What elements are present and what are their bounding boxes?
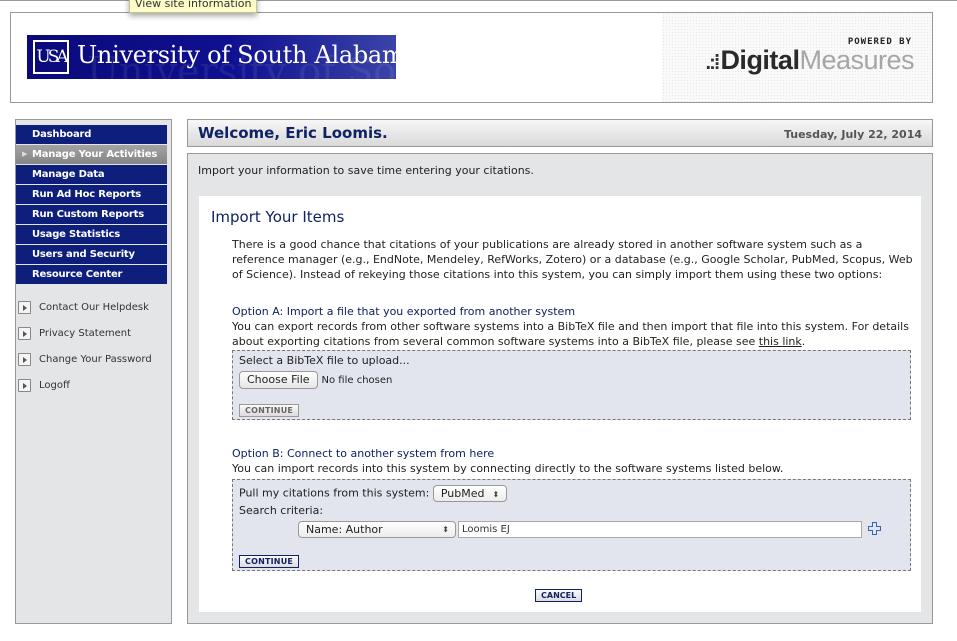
play-arrow-icon xyxy=(18,300,31,314)
digital-measures-logo: .:⁞DigitalMeasures xyxy=(705,45,915,76)
usa-mark-icon: USA xyxy=(33,40,69,74)
option-b-text: You can import records into this system … xyxy=(232,462,784,475)
nav-manage-data[interactable]: Manage Data xyxy=(16,165,167,184)
university-logo[interactable]: University of South Alabama USA Universi… xyxy=(27,35,396,79)
main-nav: Dashboard ▶ Manage Your Activities Manage… xyxy=(16,125,167,285)
pull-row: Pull my citations from this system: PubM… xyxy=(239,485,507,502)
option-a-description: You can export records from other softwa… xyxy=(232,320,909,348)
nav-label: Run Ad Hoc Reports xyxy=(32,189,142,200)
criteria-field-value: Name: Author xyxy=(306,523,383,536)
sidebar: Dashboard ▶ Manage Your Activities Manage… xyxy=(15,119,172,624)
system-select[interactable]: PubMed ⬍ xyxy=(432,485,507,502)
option-b-connect-box: Pull my citations from this system: PubM… xyxy=(232,479,911,571)
nav-run-ad-hoc-reports[interactable]: Run Ad Hoc Reports xyxy=(16,185,167,204)
dots-icon: .:⁞ xyxy=(705,52,721,74)
play-arrow-icon xyxy=(18,326,31,340)
link-label: Privacy Statement xyxy=(39,327,132,339)
option-b-section: Option B: Connect to another system from… xyxy=(232,446,918,476)
site-info-tooltip: View site information xyxy=(129,0,258,13)
upload-label: Select a BibTeX file to upload... xyxy=(239,354,410,367)
nav-label: Users and Security xyxy=(32,249,135,260)
this-link[interactable]: this link xyxy=(759,335,802,348)
active-arrow-icon: ▶ xyxy=(22,150,28,158)
nav-label: Usage Statistics xyxy=(32,229,121,240)
criteria-row: Name: Author ⬍ xyxy=(298,521,456,538)
main-panel: Import your information to save time ent… xyxy=(187,153,933,624)
option-b-actions: CONTINUE xyxy=(239,554,300,568)
select-arrows-icon: ⬍ xyxy=(492,490,500,499)
add-criteria-plus-icon[interactable] xyxy=(868,522,881,535)
play-arrow-icon xyxy=(18,378,31,392)
link-privacy-statement[interactable]: Privacy Statement xyxy=(18,320,152,346)
link-label: Change Your Password xyxy=(39,353,152,365)
criteria-label: Search criteria: xyxy=(239,504,324,517)
nav-label: Resource Center xyxy=(32,269,123,280)
play-arrow-icon xyxy=(18,352,31,366)
current-date: Tuesday, July 22, 2014 xyxy=(783,128,922,141)
nav-resource-center[interactable]: Resource Center xyxy=(16,265,167,284)
welcome-greeting: Welcome, Eric Loomis. xyxy=(198,124,388,142)
option-a-actions: CONTINUE xyxy=(239,403,300,417)
page-title: Import Your Items xyxy=(211,208,345,226)
select-arrows-icon: ⬍ xyxy=(442,525,449,534)
choose-file-button[interactable]: Choose File xyxy=(239,371,318,389)
option-b-continue-button[interactable]: CONTINUE xyxy=(239,555,300,568)
site-header: University of South Alabama USA Universi… xyxy=(10,12,933,103)
option-a-section: Option A: Import a file that you exporte… xyxy=(232,304,918,349)
file-input: Choose File No file chosen xyxy=(239,371,392,389)
option-a-upload-box: Select a BibTeX file to upload... Choose… xyxy=(232,350,911,420)
nav-label: Manage Data xyxy=(32,169,105,180)
option-a-period: . xyxy=(801,335,806,348)
option-b-title: Option B: Connect to another system from… xyxy=(232,447,495,460)
import-content: Import Your Items There is a good chance… xyxy=(199,196,921,612)
vendor-name-part2: Measures xyxy=(799,45,914,75)
vendor-name-part1: Digital xyxy=(720,45,800,75)
nav-manage-your-activities[interactable]: ▶ Manage Your Activities xyxy=(16,145,167,164)
link-label: Logoff xyxy=(39,379,70,391)
utility-links: Contact Our Helpdesk Privacy Statement C… xyxy=(18,294,152,398)
nav-usage-statistics[interactable]: Usage Statistics xyxy=(16,225,167,244)
nav-dashboard[interactable]: Dashboard xyxy=(16,125,167,144)
link-change-password[interactable]: Change Your Password xyxy=(18,346,152,372)
link-contact-helpdesk[interactable]: Contact Our Helpdesk xyxy=(18,294,152,320)
link-label: Contact Our Helpdesk xyxy=(39,301,149,313)
welcome-bar: Welcome, Eric Loomis. Tuesday, July 22, … xyxy=(187,119,933,147)
nav-label: Dashboard xyxy=(32,129,92,140)
nav-users-and-security[interactable]: Users and Security xyxy=(16,245,167,264)
search-value-input[interactable] xyxy=(458,521,862,538)
nav-label: Run Custom Reports xyxy=(32,209,144,220)
option-a-continue-button[interactable]: CONTINUE xyxy=(239,404,300,417)
link-logoff[interactable]: Logoff xyxy=(18,372,152,398)
cancel-button[interactable]: CANCEL xyxy=(535,589,583,602)
file-status: No file chosen xyxy=(321,375,393,386)
nav-label: Manage Your Activities xyxy=(32,149,158,160)
option-a-title: Option A: Import a file that you exporte… xyxy=(232,305,576,318)
intro-text: Import your information to save time ent… xyxy=(198,164,534,177)
nav-run-custom-reports[interactable]: Run Custom Reports xyxy=(16,205,167,224)
import-description: There is a good chance that citations of… xyxy=(232,238,913,281)
system-select-value: PubMed xyxy=(440,487,485,500)
pull-label: Pull my citations from this system: xyxy=(239,486,430,500)
option-a-text: You can export records from other softwa… xyxy=(232,319,918,349)
university-name: University of South Alabama xyxy=(77,41,396,69)
criteria-field-select[interactable]: Name: Author ⬍ xyxy=(298,521,456,538)
vendor-logo: POWERED BY .:⁞DigitalMeasures xyxy=(662,13,932,102)
